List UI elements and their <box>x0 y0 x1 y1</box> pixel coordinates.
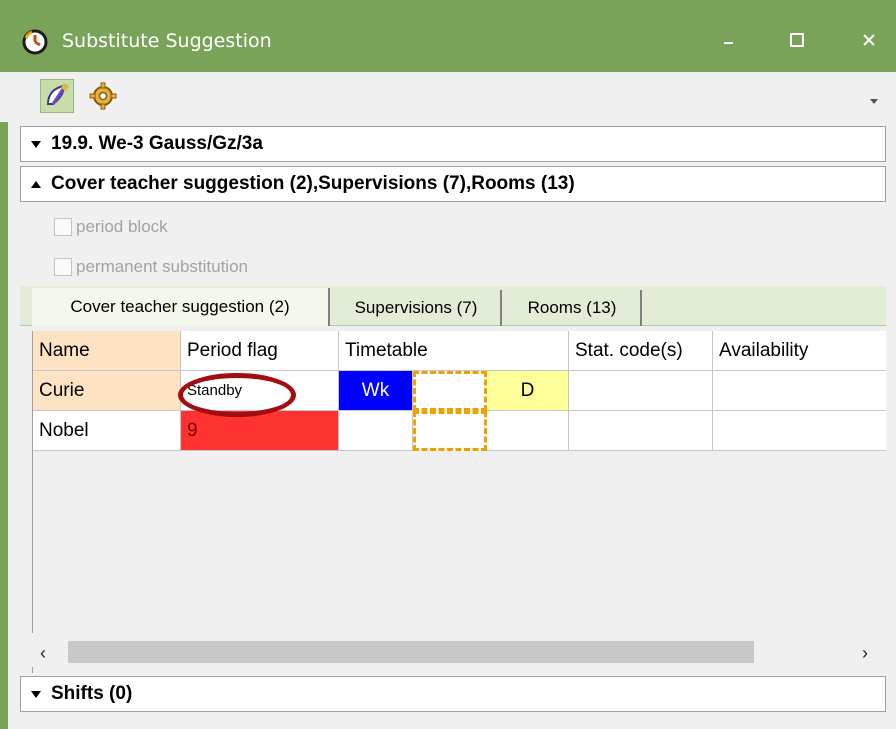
column-header-timetable[interactable]: Timetable <box>339 331 569 371</box>
maximize-button[interactable] <box>774 22 820 58</box>
suggestion-grid: Name Period flag Timetable Stat. code(s)… <box>32 331 886 673</box>
timetable-slot-cell[interactable]: Wk <box>339 371 413 411</box>
window-frame-left <box>0 72 8 729</box>
row-name-cell[interactable]: Curie <box>33 371 181 411</box>
close-button[interactable] <box>846 22 892 58</box>
minimize-button[interactable] <box>706 22 752 58</box>
row-name-cell[interactable]: Nobel <box>33 411 181 451</box>
close-icon <box>863 34 875 46</box>
minimize-icon <box>724 42 733 44</box>
scroll-right-icon[interactable]: › <box>862 643 868 664</box>
substitute-suggestion-window: Substitute Suggestion 19.9. We-3 Gauss/G… <box>0 0 896 729</box>
settings-button[interactable] <box>86 79 120 113</box>
column-header-period-flag[interactable]: Period flag <box>181 331 339 371</box>
expand-arrow-icon <box>31 140 41 148</box>
toolbar <box>0 72 896 122</box>
edit-brush-button[interactable] <box>40 79 74 113</box>
scrollbar-thumb[interactable] <box>68 641 754 663</box>
period-block-label: period block <box>76 217 168 236</box>
maximize-icon <box>790 33 804 47</box>
title-bar[interactable]: Substitute Suggestion <box>0 0 896 72</box>
tab-cover-teacher-suggestion[interactable]: Cover teacher suggestion (2) <box>32 288 330 326</box>
clock-icon <box>22 29 48 55</box>
permanent-substitution-option[interactable]: permanent substitution <box>54 254 248 280</box>
column-header-name[interactable]: Name <box>33 331 181 371</box>
row-availability-cell[interactable] <box>713 371 886 411</box>
tab-supervisions[interactable]: Supervisions (7) <box>332 290 502 326</box>
suggestions-section-header[interactable]: Cover teacher suggestion (2),Supervision… <box>20 166 886 202</box>
timetable-slot-cell[interactable] <box>487 411 569 451</box>
settings-gear-icon <box>89 82 117 110</box>
horizontal-scrollbar[interactable]: ‹ › <box>32 633 886 667</box>
timetable-slot-current-cell[interactable] <box>413 411 487 451</box>
permanent-substitution-checkbox[interactable] <box>54 258 72 276</box>
tab-strip: Cover teacher suggestion (2) Supervision… <box>20 286 886 326</box>
row-period-flag-cell[interactable]: 9 <box>181 411 339 451</box>
lesson-label: 19.9. We-3 Gauss/Gz/3a <box>51 133 263 154</box>
row-availability-cell[interactable] <box>713 411 886 451</box>
main-content: 19.9. We-3 Gauss/Gz/3a Cover teacher sug… <box>20 122 886 720</box>
row-stat-codes-cell[interactable] <box>569 371 713 411</box>
scroll-left-icon[interactable]: ‹ <box>40 643 46 664</box>
period-block-option[interactable]: period block <box>54 214 168 240</box>
column-header-availability[interactable]: Availability <box>713 331 886 371</box>
expand-arrow-icon <box>31 690 41 698</box>
timetable-slot-current-cell[interactable] <box>413 371 487 411</box>
collapse-arrow-icon <box>31 180 41 188</box>
toolbar-overflow-icon[interactable] <box>866 94 886 108</box>
period-block-checkbox[interactable] <box>54 218 72 236</box>
window-title: Substitute Suggestion <box>62 30 272 52</box>
row-stat-codes-cell[interactable] <box>569 411 713 451</box>
lesson-section-header[interactable]: 19.9. We-3 Gauss/Gz/3a <box>20 126 886 162</box>
shifts-label: Shifts (0) <box>51 683 133 704</box>
timetable-slot-cell[interactable]: D <box>487 371 569 411</box>
shifts-section-header[interactable]: Shifts (0) <box>20 676 886 712</box>
highlight-ring-annotation <box>178 373 296 417</box>
column-header-stat-codes[interactable]: Stat. code(s) <box>569 331 713 371</box>
suggestions-label: Cover teacher suggestion (2),Supervision… <box>51 173 575 194</box>
permanent-substitution-label: permanent substitution <box>76 257 248 276</box>
edit-brush-icon <box>46 82 70 105</box>
tab-rooms[interactable]: Rooms (13) <box>504 290 642 326</box>
timetable-slot-cell[interactable] <box>339 411 413 451</box>
